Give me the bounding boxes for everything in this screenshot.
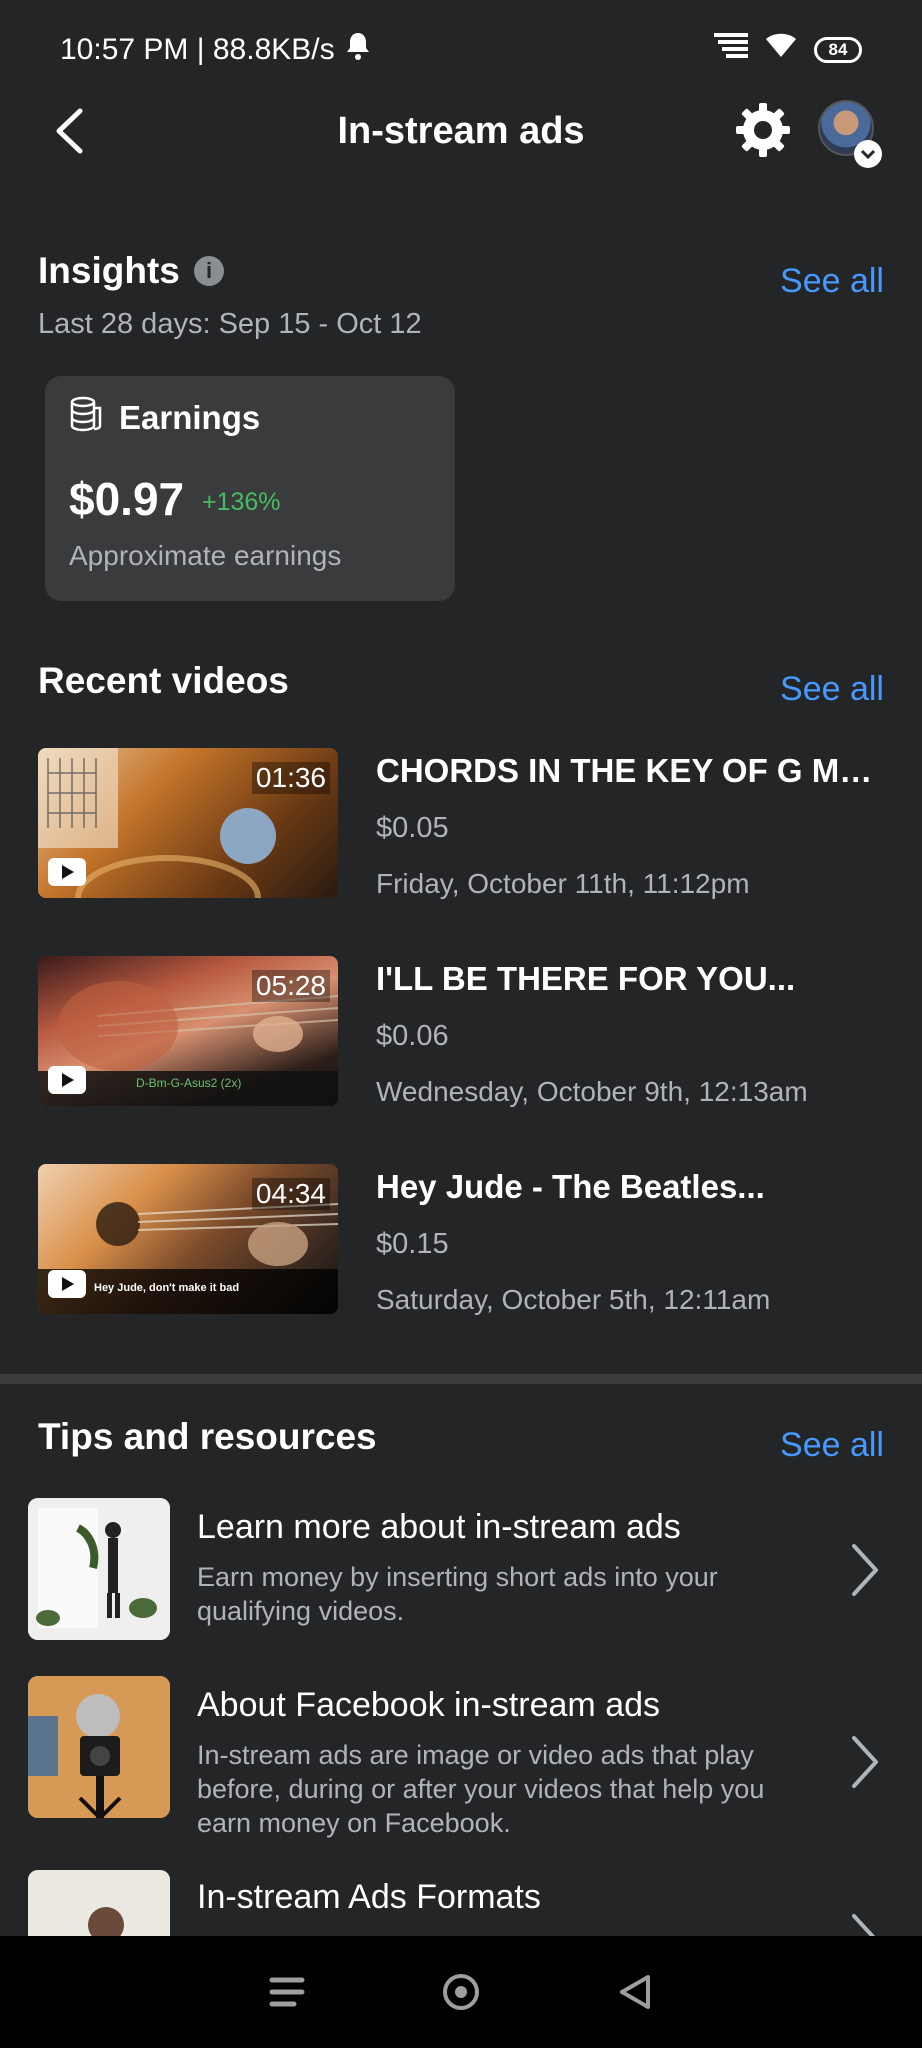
menu-icon xyxy=(269,1977,305,2007)
tips-title: Tips and resources xyxy=(38,1416,377,1457)
tip-list-item[interactable]: Learn more about in-stream ads Earn mone… xyxy=(0,1498,922,1640)
tip-thumbnail xyxy=(28,1676,170,1818)
video-earnings: $0.06 xyxy=(376,1020,449,1052)
earnings-amount: $0.97 xyxy=(69,473,185,525)
status-bar: 10:57 PM | 88.8KB/s 84 xyxy=(0,0,922,100)
recent-apps-button[interactable] xyxy=(259,1964,315,2020)
tip-title: In-stream Ads Formats xyxy=(197,1878,541,1916)
tip-list-item[interactable]: In-stream Ads Formats xyxy=(0,1870,922,1936)
tip-description: In-stream ads are image or video ads tha… xyxy=(197,1740,765,1838)
video-title: I'LL BE THERE FOR YOU... xyxy=(376,960,796,997)
tip-title: About Facebook in-stream ads xyxy=(197,1686,661,1724)
video-duration: 05:28 xyxy=(251,970,330,1002)
video-thumbnail: 05:28 D-Bm-G-Asus2 (2x) xyxy=(38,956,338,1106)
tip-thumbnail xyxy=(28,1498,170,1640)
play-icon xyxy=(48,1270,86,1298)
recent-videos-see-all-link[interactable]: See all xyxy=(780,670,884,709)
earnings-label: Earnings xyxy=(119,399,261,436)
video-list-item[interactable]: 01:36 CHORDS IN THE KEY OF G MA... $0.05… xyxy=(0,748,922,899)
earnings-note: Approximate earnings xyxy=(69,540,342,571)
video-duration: 04:34 xyxy=(251,1178,330,1210)
video-duration: 01:36 xyxy=(251,762,330,794)
insights-title: Insights xyxy=(38,250,180,291)
coins-icon xyxy=(69,396,105,440)
top-app-bar: In-stream ads xyxy=(0,100,922,168)
video-list-item[interactable]: 05:28 D-Bm-G-Asus2 (2x) I'LL BE THERE FO… xyxy=(0,956,922,1107)
battery-icon: 84 xyxy=(814,37,862,63)
video-date: Friday, October 11th, 11:12pm xyxy=(376,868,750,899)
video-list-item[interactable]: 04:34 Hey Jude, don't make it bad Hey Ju… xyxy=(0,1164,922,1315)
earnings-card[interactable]: Earnings $0.97 +136% Approximate earning… xyxy=(45,376,455,601)
recent-videos-title: Recent videos xyxy=(38,660,289,701)
video-earnings: $0.05 xyxy=(376,812,449,844)
video-thumbnail: 04:34 Hey Jude, don't make it bad xyxy=(38,1164,338,1314)
tip-title: Learn more about in-stream ads xyxy=(197,1508,681,1546)
video-thumb-caption: Hey Jude, don't make it bad xyxy=(94,1282,240,1294)
play-icon xyxy=(48,1066,86,1094)
section-divider xyxy=(0,1374,922,1384)
back-triangle-icon xyxy=(620,1975,650,2009)
tip-list-item[interactable]: About Facebook in-stream ads In-stream a… xyxy=(0,1676,922,1838)
play-icon xyxy=(48,858,86,886)
tip-description: Earn money by inserting short ads into y… xyxy=(197,1562,718,1626)
chevron-down-icon xyxy=(854,140,882,168)
date-range-value: Sep 15 - Oct 12 xyxy=(218,308,422,340)
video-title: CHORDS IN THE KEY OF G MA... xyxy=(376,752,886,789)
wifi-icon xyxy=(766,33,796,67)
video-date: Wednesday, October 9th, 12:13am xyxy=(376,1076,808,1107)
video-thumbnail: 01:36 xyxy=(38,748,338,898)
date-range: Last 28 days: Sep 15 - Oct 12 xyxy=(38,308,422,341)
status-time: 10:57 PM | 88.8KB/s xyxy=(60,33,335,66)
chevron-right-icon xyxy=(848,1910,884,1936)
signal-icon xyxy=(714,33,748,67)
video-earnings: $0.15 xyxy=(376,1228,449,1260)
chevron-right-icon xyxy=(848,1732,884,1792)
earnings-change: +136% xyxy=(202,488,281,516)
info-icon[interactable]: i xyxy=(194,256,224,286)
system-navigation-bar xyxy=(0,1936,922,2048)
tip-thumbnail xyxy=(28,1870,170,1936)
tips-see-all-link[interactable]: See all xyxy=(780,1426,884,1465)
video-title: Hey Jude - The Beatles... xyxy=(376,1168,765,1205)
home-circle-icon xyxy=(443,1974,479,2010)
video-date: Saturday, October 5th, 12:11am xyxy=(376,1284,771,1315)
profile-switcher[interactable] xyxy=(818,100,882,168)
chevron-right-icon xyxy=(848,1540,884,1600)
video-thumb-caption: D-Bm-G-Asus2 (2x) xyxy=(136,1076,242,1090)
date-range-label: Last 28 days: xyxy=(38,308,211,340)
notification-bell-icon xyxy=(345,31,371,69)
insights-see-all-link[interactable]: See all xyxy=(780,262,884,301)
system-back-button[interactable] xyxy=(607,1964,663,2020)
gear-icon xyxy=(736,103,790,157)
settings-button[interactable] xyxy=(733,100,793,160)
home-button[interactable] xyxy=(433,1964,489,2020)
